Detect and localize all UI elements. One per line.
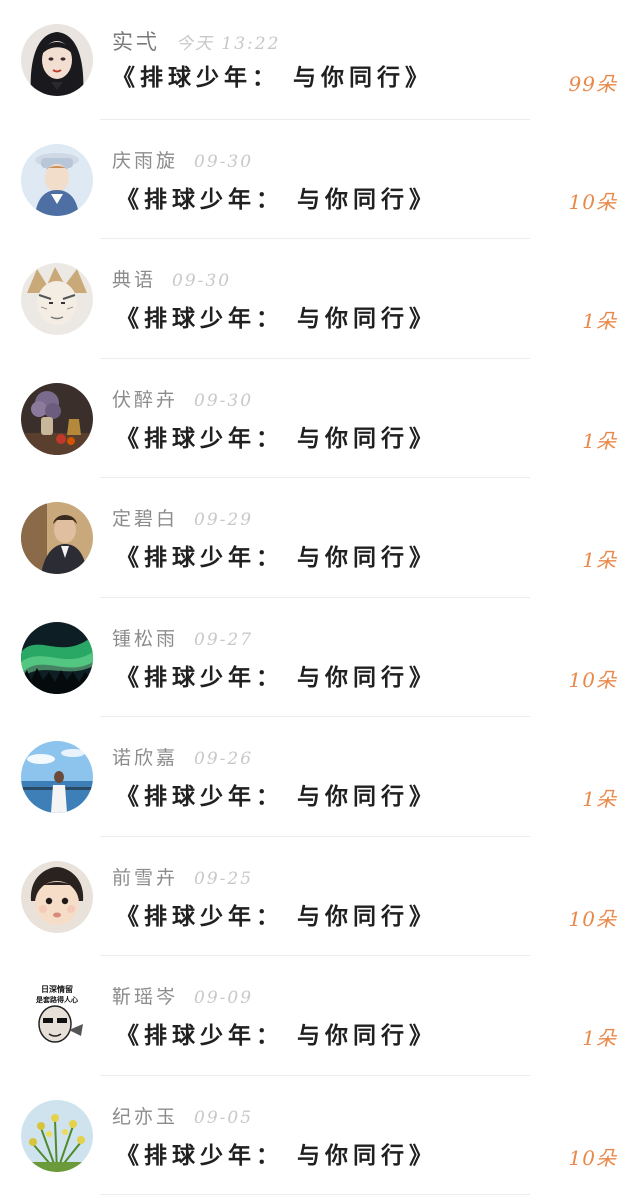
avatar-aurora-icon[interactable] [21,621,93,694]
avatar-sketch-image [21,263,93,335]
item-meta: 前雪卉 09-25 [112,863,253,891]
avatar-flowers-image [21,1099,93,1172]
item-meta: 典语 09-30 [112,265,231,293]
avatar-girl-icon[interactable] [21,24,93,96]
item-meta: 纪亦玉 09-05 [112,1102,253,1130]
timestamp: 09-09 [194,988,254,1008]
work-title[interactable]: 《排球少年： 与你同行》 [116,777,437,811]
avatar-man-icon[interactable] [21,502,93,574]
avatar-beach-image [21,741,93,813]
list-item[interactable]: 锺松雨 09-27 《排球少年： 与你同行》 10朵 [0,598,640,717]
avatar-still-life-image [21,382,93,455]
avatar-meme-icon[interactable]: 日深情留 是套路得人心 [21,980,93,1052]
work-title[interactable]: 《排球少年： 与你同行》 [112,58,433,92]
item-meta: 诺欣嘉 09-26 [112,743,253,771]
avatar-meme-image: 日深情留 是套路得人心 [21,980,93,1052]
work-title[interactable]: 《排球少年： 与你同行》 [116,897,437,931]
item-meta: 伏醉卉 09-30 [112,385,253,413]
list-item[interactable]: 日深情留 是套路得人心 靳瑶岑 09-09 《排球少年： 与你同行》 1朵 [0,956,640,1076]
list-item[interactable]: 诺欣嘉 09-26 《排球少年： 与你同行》 1朵 [0,717,640,837]
meme-caption-line-2: 是套路得人心 [35,995,78,1004]
work-title[interactable]: 《排球少年： 与你同行》 [116,419,437,453]
item-meta: 定碧白 09-29 [112,504,253,532]
list-item[interactable]: 实弌 今天 13:22 《排球少年： 与你同行》 99朵 [0,0,640,120]
username[interactable]: 实弌 [112,30,160,54]
flower-count: 10朵 [568,667,617,692]
work-title[interactable]: 《排球少年： 与你同行》 [116,180,437,214]
avatar-beach-icon[interactable] [21,741,93,813]
username[interactable]: 前雪卉 [112,867,178,889]
avatar-man-image [21,502,93,574]
avatar-flowers-icon[interactable] [21,1099,93,1172]
username[interactable]: 锺松雨 [112,628,178,650]
avatar-anime-boy-icon[interactable] [21,143,93,216]
avatar-baby-icon[interactable] [21,860,93,933]
username[interactable]: 定碧白 [112,508,178,530]
work-title[interactable]: 《排球少年： 与你同行》 [116,658,437,692]
item-meta: 庆雨旋 09-30 [112,146,253,174]
avatar-baby-image [21,860,93,933]
username[interactable]: 诺欣嘉 [112,747,178,769]
avatar-aurora-image [21,621,93,694]
list-item[interactable]: 典语 09-30 《排球少年： 与你同行》 1朵 [0,239,640,359]
timestamp: 09-25 [194,868,254,889]
gift-list: 实弌 今天 13:22 《排球少年： 与你同行》 99朵 庆雨旋 09-30 《排球… [0,0,640,1201]
avatar-girl-image [21,24,93,96]
flower-count: 1朵 [582,548,617,572]
list-item[interactable]: 庆雨旋 09-30 《排球少年： 与你同行》 10朵 [0,120,640,239]
flower-count: 10朵 [568,1145,617,1170]
username[interactable]: 典语 [112,269,156,291]
divider [100,1194,530,1195]
timestamp: 今天 13:22 [176,34,281,54]
list-item[interactable]: 伏醉卉 09-30 《排球少年： 与你同行》 1朵 [0,359,640,478]
flower-count: 10朵 [568,906,617,931]
timestamp: 09-30 [172,271,232,291]
list-item[interactable]: 纪亦玉 09-05 《排球少年： 与你同行》 10朵 [0,1076,640,1195]
timestamp: 09-27 [194,629,254,650]
flower-count: 1朵 [582,1026,617,1050]
list-item[interactable]: 前雪卉 09-25 《排球少年： 与你同行》 10朵 [0,837,640,956]
item-meta: 实弌 今天 13:22 [112,26,280,54]
timestamp: 09-05 [194,1107,254,1128]
timestamp: 09-30 [194,390,254,411]
flower-count: 1朵 [582,428,617,453]
work-title[interactable]: 《排球少年： 与你同行》 [116,538,437,572]
item-meta: 靳瑶岑 09-09 [112,982,253,1010]
username[interactable]: 靳瑶岑 [112,986,178,1008]
work-title[interactable]: 《排球少年： 与你同行》 [116,299,437,333]
flower-count: 1朵 [582,787,617,811]
flower-count: 10朵 [568,189,617,214]
timestamp: 09-26 [194,749,254,769]
username[interactable]: 纪亦玉 [112,1106,178,1128]
avatar-still-life-icon[interactable] [21,382,93,455]
work-title[interactable]: 《排球少年： 与你同行》 [116,1016,437,1050]
timestamp: 09-29 [194,510,254,530]
item-meta: 锺松雨 09-27 [112,624,253,652]
flower-count: 99朵 [568,72,617,96]
avatar-sketch-icon[interactable] [21,263,93,335]
timestamp: 09-30 [194,151,254,172]
work-title[interactable]: 《排球少年： 与你同行》 [116,1136,437,1170]
list-item[interactable]: 定碧白 09-29 《排球少年： 与你同行》 1朵 [0,478,640,598]
meme-caption-line-1: 日深情留 [41,984,73,994]
flower-count: 1朵 [582,309,617,333]
username[interactable]: 庆雨旋 [112,150,178,172]
username[interactable]: 伏醉卉 [112,389,178,411]
avatar-anime-boy-image [21,143,93,216]
